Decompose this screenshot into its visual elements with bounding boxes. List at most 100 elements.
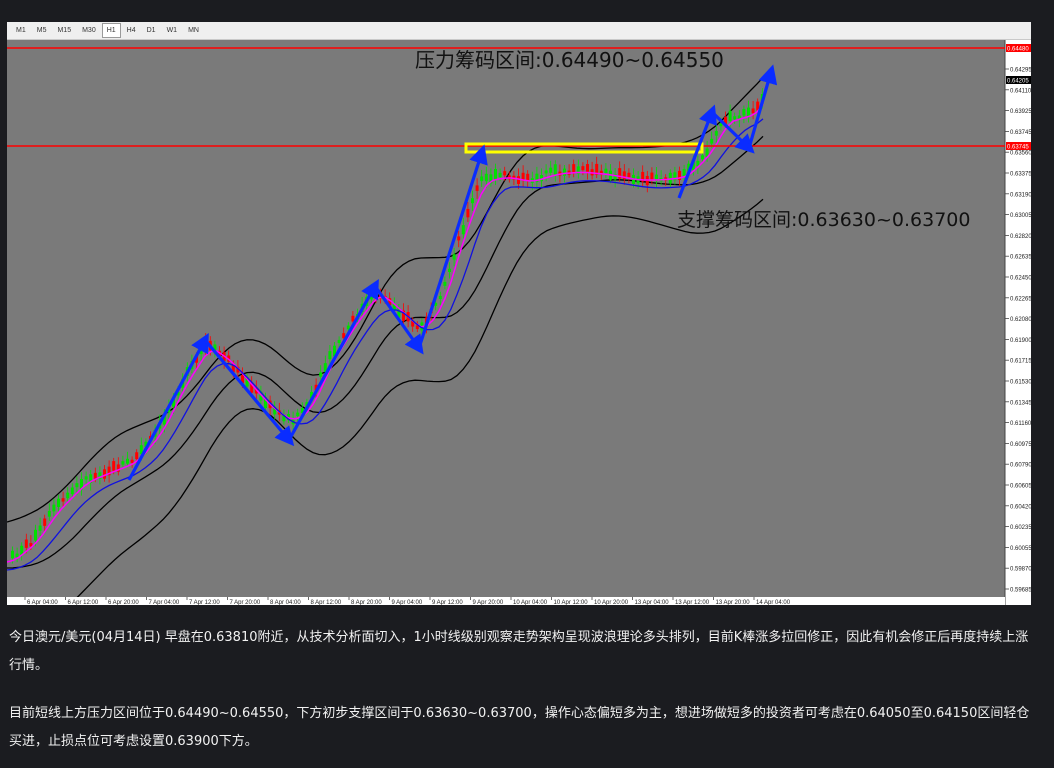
candle-body (682, 169, 686, 177)
price-axis-label: 0.63560 (1010, 151, 1031, 157)
candle-body (443, 281, 447, 286)
price-axis-label: 0.60420 (1010, 504, 1031, 510)
price-axis-label: 0.60235 (1010, 525, 1031, 531)
candle-body (701, 155, 704, 160)
candle-body (480, 176, 484, 182)
candle-body (710, 138, 714, 144)
candle-body (52, 504, 56, 512)
price-chart[interactable]: 压力筹码区间:0.64490~0.64550 支撑筹码区间:0.63630~0.… (7, 40, 1031, 605)
time-axis-label: 6 Apr 04:00 (27, 600, 58, 605)
time-axis-label: 8 Apr 20:00 (351, 600, 382, 605)
candle-body (484, 173, 488, 182)
candle-body (24, 539, 28, 548)
timeframe-button-d1[interactable]: D1 (142, 23, 161, 38)
candle-body (34, 529, 37, 541)
time-axis-label: 9 Apr 12:00 (432, 600, 463, 605)
analysis-paragraph-1: 今日澳元/美元(04月14日) 早盘在0.63810附近，从技术分析面切入，1小… (9, 630, 1029, 673)
candle-body (84, 476, 88, 480)
candle-body (471, 198, 474, 204)
candle-body (503, 171, 507, 176)
candle-body (328, 351, 332, 360)
timeframe-button-m1[interactable]: M1 (11, 23, 31, 38)
price-tag-level: 0.63745 (1007, 145, 1029, 151)
candle-body (668, 172, 672, 184)
price-axis-label: 0.59685 (1010, 588, 1031, 594)
time-axis-label: 7 Apr 04:00 (149, 600, 180, 605)
candle-body (112, 461, 116, 471)
time-axis: 6 Apr 04:00 6 Apr 12:00 6 Apr 20:00 7 Apr 0… (7, 597, 1005, 605)
price-axis-label: 0.62265 (1010, 296, 1031, 302)
candle-body (461, 225, 465, 235)
candle-body (457, 236, 461, 241)
chart-plot-area (7, 40, 1005, 605)
timeframe-button-m15[interactable]: M15 (52, 23, 76, 38)
price-tag-current: 0.64205 (1007, 79, 1029, 85)
timeframe-toolbar: M1 M5 M15 M30 H1 H4 D1 W1 MN (7, 22, 1031, 40)
candle-body (15, 553, 19, 558)
price-tag-resistance: 0.64480 (1007, 47, 1029, 53)
candle-body (544, 170, 548, 174)
price-axis-label: 0.62635 (1010, 255, 1031, 261)
time-axis-label: 7 Apr 20:00 (230, 600, 261, 605)
candle-body (553, 164, 557, 175)
time-axis-label: 9 Apr 20:00 (473, 600, 504, 605)
price-axis-label: 0.61160 (1010, 421, 1031, 427)
candle-body (337, 339, 341, 344)
price-axis-label: 0.62080 (1010, 317, 1031, 323)
candle-body (466, 208, 470, 218)
price-axis-label: 0.61900 (1010, 338, 1031, 344)
time-axis-label: 14 Apr 04:00 (756, 600, 791, 605)
price-axis-label: 0.64295 (1010, 68, 1031, 74)
time-axis-label: 7 Apr 12:00 (189, 600, 220, 605)
timeframe-button-mn[interactable]: MN (183, 23, 204, 38)
candle-body (43, 518, 47, 526)
price-axis-label: 0.63190 (1010, 192, 1031, 198)
time-axis-label: 13 Apr 12:00 (675, 600, 710, 605)
timeframe-button-m5[interactable]: M5 (32, 23, 52, 38)
candle-body (494, 168, 497, 180)
candle-body (38, 525, 42, 531)
price-axis-label: 0.60605 (1010, 484, 1031, 490)
candle-body (121, 461, 125, 465)
time-axis-label: 8 Apr 12:00 (311, 600, 342, 605)
price-axis-label: 0.63745 (1010, 130, 1031, 136)
candle-body (319, 372, 323, 377)
price-axis-label: 0.64110 (1010, 88, 1031, 94)
timeframe-button-h4[interactable]: H4 (122, 23, 141, 38)
candle-body (586, 164, 589, 172)
time-axis-label: 10 Apr 04:00 (513, 600, 548, 605)
price-axis-label: 0.60790 (1010, 463, 1031, 469)
candle-body (47, 510, 51, 517)
candle-body (714, 131, 718, 136)
candle-body (103, 469, 106, 479)
candle-body (448, 268, 451, 273)
time-axis-label: 9 Apr 04:00 (392, 600, 423, 605)
candle-body (93, 472, 97, 479)
price-axis-label: 0.61345 (1010, 400, 1031, 406)
time-axis-label: 13 Apr 20:00 (716, 600, 751, 605)
price-axis-label: 0.62820 (1010, 234, 1031, 240)
candle-body (452, 254, 456, 260)
timeframe-button-w1[interactable]: W1 (162, 23, 183, 38)
price-axis-label: 0.61715 (1010, 359, 1031, 365)
timeframe-button-m30[interactable]: M30 (77, 23, 101, 38)
candle-body (11, 550, 14, 559)
chart-window[interactable]: M1 M5 M15 M30 H1 H4 D1 W1 MN 压力筹码区间:0.64490~0.64… (7, 22, 1031, 605)
timeframe-button-h1[interactable]: H1 (101, 23, 121, 38)
candle-body (296, 412, 300, 417)
candle-body (604, 168, 608, 174)
resistance-annotation: 压力筹码区间:0.64490~0.64550 (415, 48, 724, 72)
candle-body (572, 164, 576, 173)
price-axis-label: 0.61530 (1010, 380, 1031, 386)
candle-body (563, 168, 566, 176)
candle-body (66, 492, 70, 499)
candle-body (498, 172, 502, 177)
candle-body (438, 295, 442, 299)
analysis-paragraph-2: 目前短线上方压力区间位于0.64490~0.64550，下方初步支撑区间于0.6… (9, 706, 1030, 749)
time-axis-label: 6 Apr 20:00 (108, 600, 139, 605)
price-axis-label: 0.63375 (1010, 172, 1031, 178)
support-annotation: 支撑筹码区间:0.63630~0.63700 (677, 209, 970, 231)
candle-body (581, 166, 585, 171)
price-axis-label: 0.63005 (1010, 213, 1031, 219)
time-axis-label: 13 Apr 04:00 (635, 600, 670, 605)
